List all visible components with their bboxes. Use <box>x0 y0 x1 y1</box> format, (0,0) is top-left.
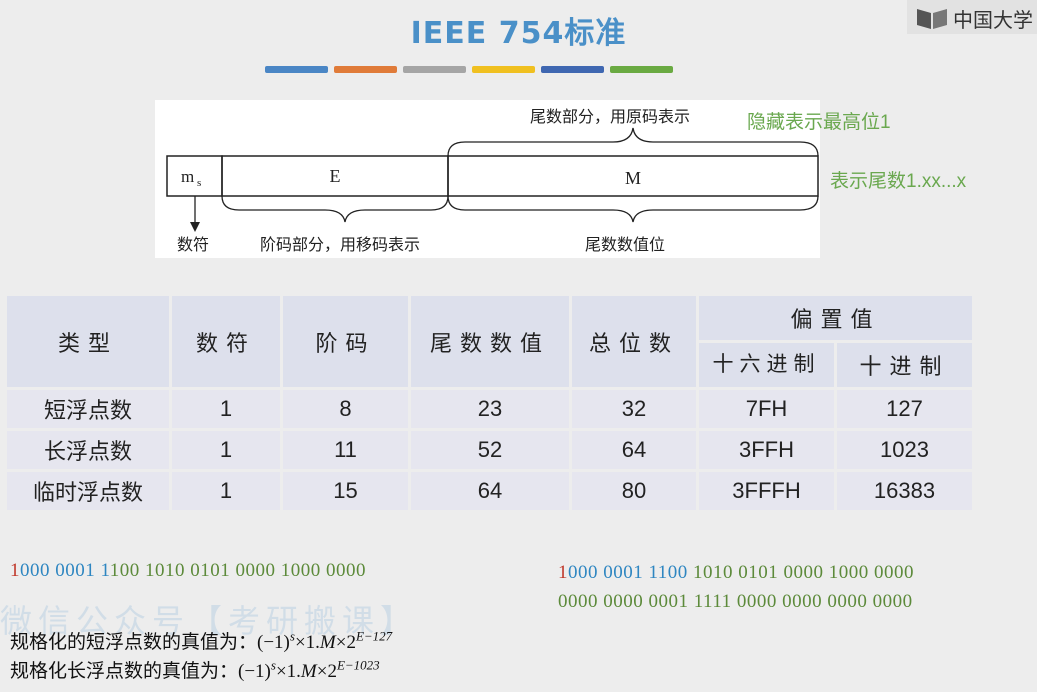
table-cell: 16383 <box>837 472 972 510</box>
formula-exp: E−1023 <box>336 657 380 673</box>
table-cell: 80 <box>572 472 696 510</box>
bits-short-float: 1000 0001 1100 1010 0101 0000 1000 0000 <box>10 560 366 582</box>
table-cell: 1 <box>172 431 280 469</box>
logo-text: 中国大学 <box>953 7 1033 32</box>
col-header-sign: 数符 <box>172 296 280 387</box>
exponent-label: 阶码部分，用移码表示 <box>260 236 420 254</box>
formula-m: M <box>319 632 336 653</box>
col-header-bias-hex: 十六进制 <box>699 343 834 387</box>
formula-mid: ×1. <box>294 632 320 653</box>
bits-long-float-line2: 0000 0000 0001 1111 0000 0000 0000 0000 <box>558 591 913 612</box>
col-header-bias: 偏置值 <box>699 296 972 340</box>
table-cell: 1 <box>172 472 280 510</box>
bits-long-float: 1000 0001 1100 1010 0101 0000 1000 0000 <box>558 562 914 584</box>
bits-mantissa: 100 1010 0101 0000 1000 0000 <box>109 560 367 581</box>
title-stripes <box>265 66 673 73</box>
col-header-total-bits: 总位数 <box>572 296 696 387</box>
table-cell: 短浮点数 <box>7 390 169 428</box>
table-row: 短浮点数 1 8 23 32 7FH 127 <box>7 390 972 428</box>
formula-long: 规格化长浮点数的真值为：(−1)s×1.M×2E−1023 <box>10 656 380 683</box>
table-cell: 3FFH <box>699 431 834 469</box>
table-cell: 52 <box>411 431 569 469</box>
col-header-exponent: 阶码 <box>283 296 408 387</box>
formula-text: 规格化长浮点数的真值为：(−1) <box>10 661 271 682</box>
top-label: 尾数部分，用原码表示 <box>530 108 690 126</box>
col-header-mantissa: 尾数数值 <box>411 296 569 387</box>
float-format-diagram: m s E M 尾数部分，用原码表示 数符 阶码部分，用移码表示 尾数数值位 <box>155 100 820 258</box>
float-format-table: 类型 数符 阶码 尾数数值 总位数 偏置值 十六进制 十进制 短浮点数 1 8 … <box>4 293 975 513</box>
table-cell: 1 <box>172 390 280 428</box>
stripe <box>265 66 328 73</box>
bits-mantissa: 1010 0101 0000 1000 0000 <box>687 562 915 583</box>
brand-logo: 中国大学 <box>907 0 1037 34</box>
sign-cell-sub: s <box>197 177 201 189</box>
table-cell: 32 <box>572 390 696 428</box>
mantissa-brace <box>447 195 819 223</box>
table-cell: 11 <box>283 431 408 469</box>
formula-mid: ×1. <box>275 661 301 682</box>
exponent-brace <box>221 195 449 223</box>
table-cell: 3FFFH <box>699 472 834 510</box>
table-cell: 127 <box>837 390 972 428</box>
table-cell: 临时浮点数 <box>7 472 169 510</box>
stripe <box>472 66 535 73</box>
formula-tail: ×2 <box>335 632 356 653</box>
mantissa-label: 尾数数值位 <box>585 236 665 254</box>
bits-sign: 1 <box>558 562 568 583</box>
formula-m: M <box>300 661 317 682</box>
table-row: 临时浮点数 1 15 64 80 3FFFH 16383 <box>7 472 972 510</box>
bits-sign: 1 <box>10 560 20 581</box>
exponent-cell-label: E <box>330 166 341 186</box>
sign-label: 数符 <box>177 236 209 254</box>
formula-exp: E−127 <box>355 628 393 644</box>
mantissa-form-note: 表示尾数1.xx...x <box>830 171 967 192</box>
sign-cell <box>166 155 223 197</box>
page-title: IEEE 754标准 <box>410 16 627 51</box>
col-header-bias-dec: 十进制 <box>837 343 972 387</box>
table-cell: 15 <box>283 472 408 510</box>
book-icon <box>915 5 949 31</box>
table-cell: 23 <box>411 390 569 428</box>
table-cell: 64 <box>411 472 569 510</box>
formula-text: 规格化的短浮点数的真值为：(−1) <box>10 632 290 653</box>
formula-tail: ×2 <box>316 661 337 682</box>
table-cell: 64 <box>572 431 696 469</box>
table-row: 长浮点数 1 11 52 64 3FFH 1023 <box>7 431 972 469</box>
table-cell: 8 <box>283 390 408 428</box>
formula-short: 规格化的短浮点数的真值为：(−1)s×1.M×2E−127 <box>10 627 392 654</box>
bits-exponent: 000 0001 1100 <box>568 562 688 583</box>
sign-arrow-head <box>190 222 200 232</box>
table-cell: 1023 <box>837 431 972 469</box>
stripe <box>541 66 604 73</box>
stripe <box>403 66 466 73</box>
mantissa-cell-label: M <box>625 168 641 188</box>
col-header-type: 类型 <box>7 296 169 387</box>
table-cell: 长浮点数 <box>7 431 169 469</box>
table-cell: 7FH <box>699 390 834 428</box>
bits-exponent: 000 0001 1 <box>20 560 110 581</box>
stripe <box>610 66 673 73</box>
sign-cell-label: m <box>181 167 194 186</box>
hidden-bit-note: 隐藏表示最高位1 <box>747 112 891 133</box>
stripe <box>334 66 397 73</box>
